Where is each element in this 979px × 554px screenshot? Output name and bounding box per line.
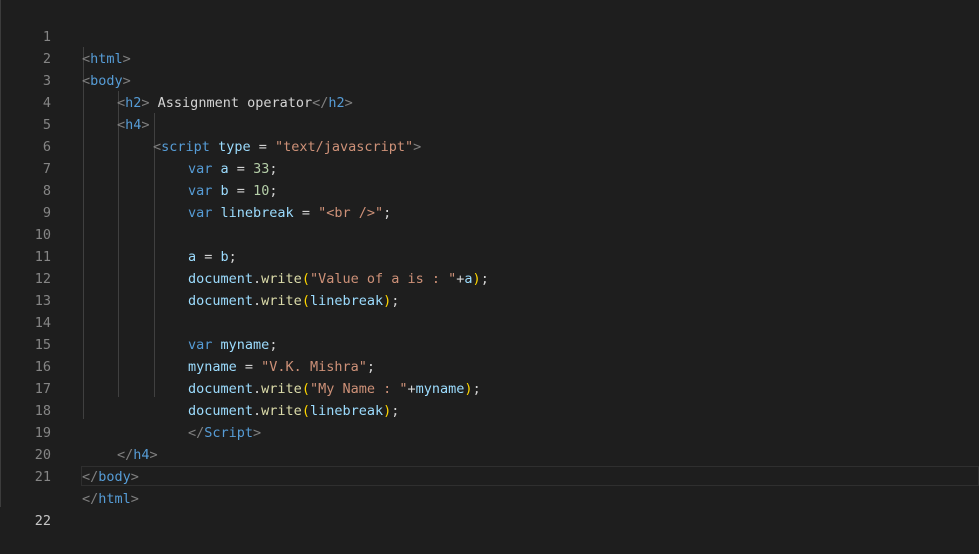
code-line[interactable]: 20 </body> (1, 422, 979, 485)
code-line[interactable]: 7 var b = 10; (1, 136, 979, 199)
code-line[interactable]: 15 myname = "V.K. Mishra"; (1, 312, 979, 375)
code-line[interactable]: 3 <h2> Assignment operator</h2> (1, 48, 979, 111)
code-line[interactable]: 2 <body> (1, 26, 979, 89)
code-line[interactable]: 6 var a = 33; (1, 114, 979, 177)
code-line[interactable]: 1 <html> (1, 4, 979, 67)
code-line[interactable]: 19 </h4> (1, 400, 979, 463)
code-line[interactable]: 16 document.write("My Name : "+myname); (1, 334, 979, 397)
code-line[interactable]: 5 <script type = "text/javascript"> (1, 92, 979, 155)
line-number: 22 (34, 513, 51, 529)
code-line[interactable]: 9 (1, 180, 979, 221)
code-line[interactable]: 18 </Script> (1, 378, 979, 441)
current-line-highlight (81, 466, 979, 486)
code-line[interactable]: 8 var linebreak = "<br />"; (1, 158, 979, 221)
code-line[interactable]: 17 document.write(linebreak); (1, 356, 979, 419)
code-line[interactable]: 13 (1, 268, 979, 309)
code-line[interactable]: 10 a = b; (1, 202, 979, 265)
current-line[interactable]: 22 (1, 466, 979, 529)
code-line[interactable]: 12 document.write(linebreak); (1, 246, 979, 309)
code-line[interactable]: 11 document.write("Value of a is : "+a); (1, 224, 979, 287)
code-line[interactable]: 4 <h4> (1, 70, 979, 133)
code-line[interactable]: 14 var myname; (1, 290, 979, 353)
code-line[interactable]: 21 </html> (1, 444, 979, 507)
code-editor[interactable]: 1 <html> 2 <body> 3 <h2> Assignment oper… (0, 0, 979, 529)
